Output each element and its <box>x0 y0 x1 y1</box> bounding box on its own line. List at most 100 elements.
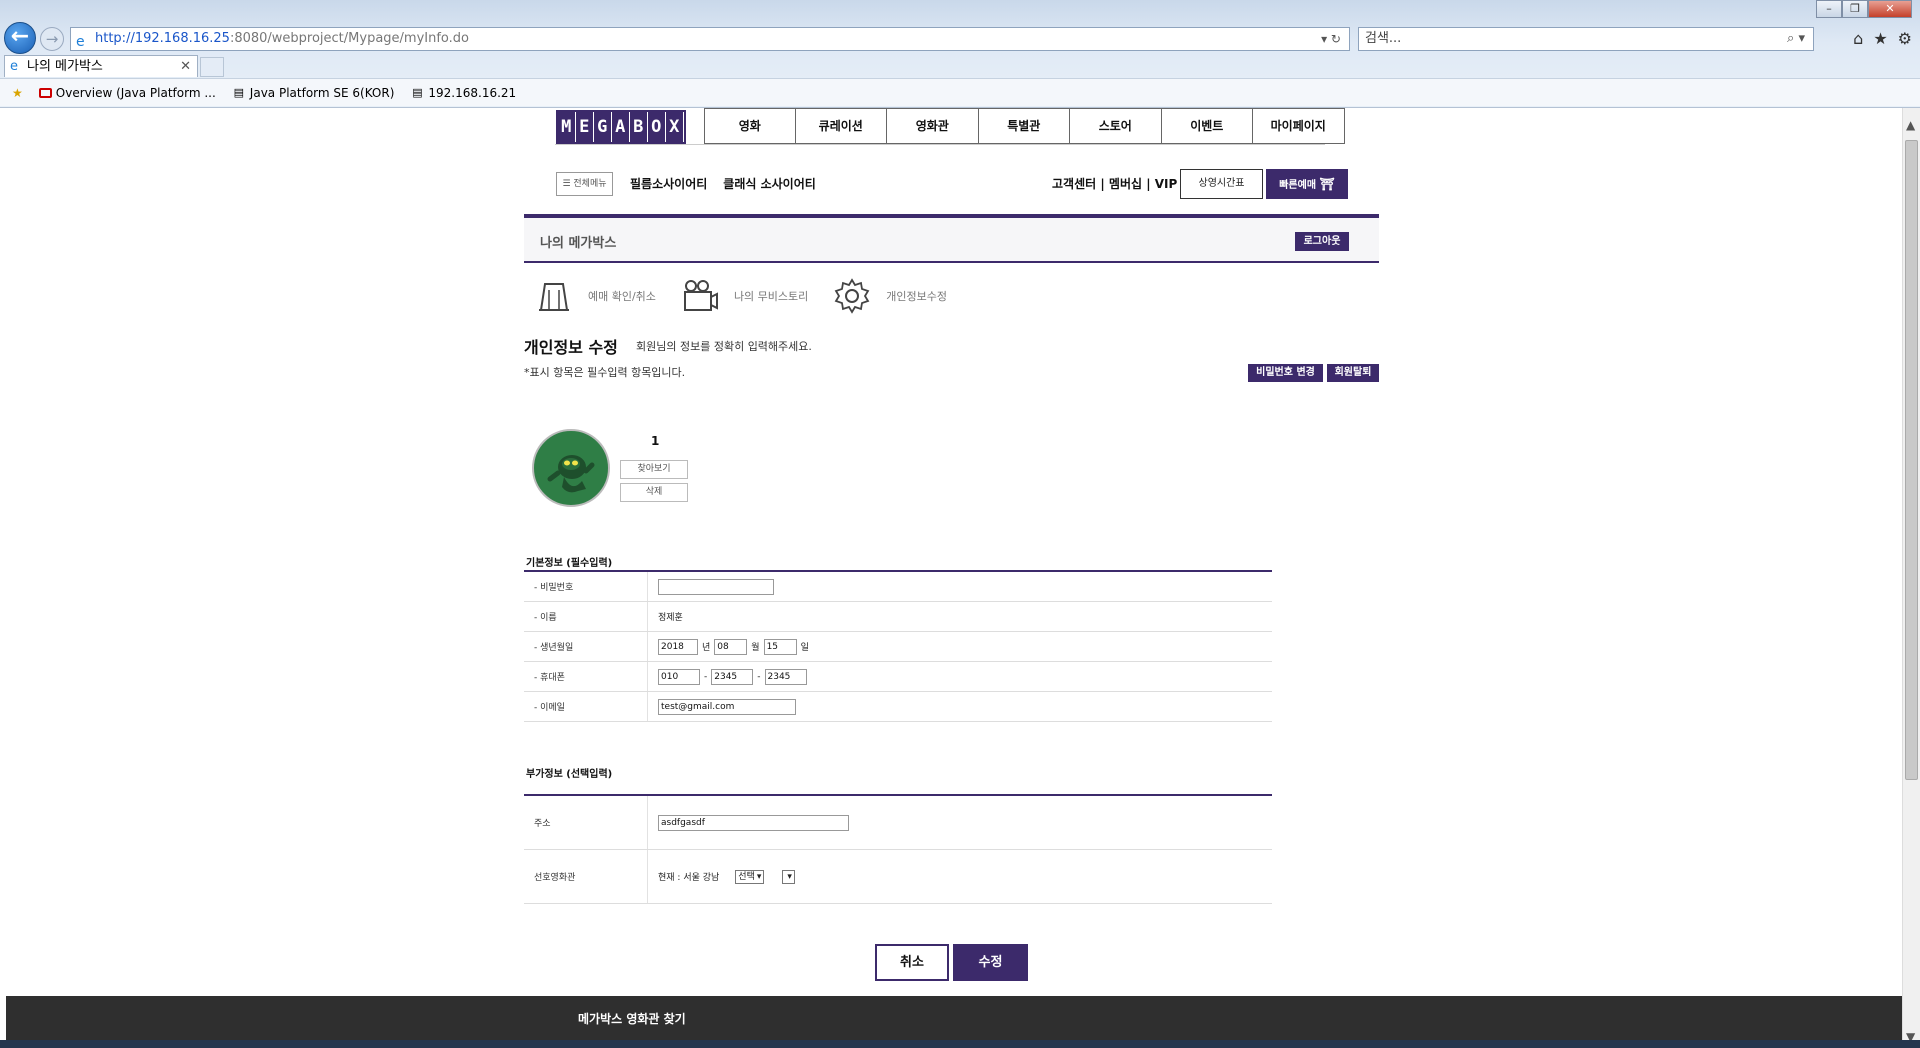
refresh-icon[interactable]: ▾ ↻ <box>1321 28 1341 50</box>
favorite-link-1[interactable]: Overview (Java Platform ... <box>38 86 216 100</box>
nav-event[interactable]: 이벤트 <box>1161 108 1253 144</box>
favorites-star-icon[interactable]: ★ <box>12 86 23 100</box>
main-nav: 영화 큐레이션 영화관 특별관 스토어 이벤트 마이페이지 <box>704 108 1345 144</box>
phone-1-input[interactable]: 010 <box>658 668 700 685</box>
mypage-title: 나의 메가박스 <box>540 236 617 251</box>
phone-3-input[interactable]: 2345 <box>764 668 807 685</box>
url-host: http://192.168.16.25 <box>95 31 230 46</box>
new-tab-button[interactable] <box>200 57 224 77</box>
required-note: *표시 항목은 필수입력 항목입니다. <box>524 366 686 379</box>
browser-tab[interactable]: e 나의 메가박스 ✕ <box>4 55 198 77</box>
email-input[interactable]: test@gmail.com <box>658 698 796 715</box>
minimize-icon[interactable]: – <box>1816 0 1842 18</box>
row-name: - 이름 정제훈 <box>524 602 1272 632</box>
mypage-header: 나의 메가박스 로그아웃 <box>524 214 1379 263</box>
address-input[interactable]: asdfgasdf <box>658 814 849 831</box>
address-bar[interactable]: e http://192.168.16.25:8080/webproject/M… <box>70 27 1350 51</box>
oracle-icon <box>38 87 52 98</box>
page-scrollbar[interactable]: ▲ ▼ <box>1902 108 1920 1048</box>
nav-curation[interactable]: 큐레이션 <box>795 108 887 144</box>
menu-edit-info[interactable]: 개인정보수정 <box>834 278 947 314</box>
quick-booking-button[interactable]: 빠른예매 ⛩ <box>1266 169 1348 199</box>
menu-booking[interactable]: 예매 확인/취소 <box>536 278 656 314</box>
url-path: :8080/webproject/Mypage/myInfo.do <box>229 31 469 46</box>
chevron-down-icon: ▾ <box>787 871 792 882</box>
theater-label: 선호영화관 <box>524 850 648 903</box>
row-password: - 비밀번호 <box>524 572 1272 602</box>
password-input[interactable] <box>658 578 774 595</box>
browser-window: ← → e http://192.168.16.25:8080/webproje… <box>0 0 1920 1048</box>
nav-special[interactable]: 특별관 <box>978 108 1070 144</box>
row-email: - 이메일 test@gmail.com <box>524 692 1272 722</box>
nav-store[interactable]: 스토어 <box>1070 108 1162 144</box>
search-input[interactable]: 검색... ⌕ ▾ <box>1358 27 1814 51</box>
megabox-logo[interactable]: M E G A B O X <box>556 110 686 144</box>
search-placeholder: 검색... <box>1365 31 1402 46</box>
delete-photo-button[interactable]: 삭제 <box>620 483 688 502</box>
row-birth: - 생년월일 2018 년 08 월 15 일 <box>524 632 1272 662</box>
gear-icon[interactable]: ⚙ <box>1898 29 1912 48</box>
window-controls: – ❐ ✕ <box>1816 0 1912 18</box>
nav-theater[interactable]: 영화관 <box>887 108 979 144</box>
withdraw-button[interactable]: 회원탈퇴 <box>1327 364 1379 382</box>
ticket-icon: ⛩ <box>1319 177 1335 191</box>
logout-button[interactable]: 로그아웃 <box>1295 232 1349 251</box>
ticket-icon <box>539 283 569 311</box>
timetable-button[interactable]: 상영시간표 <box>1180 169 1263 199</box>
ie-icon: e <box>10 59 18 74</box>
scroll-thumb[interactable] <box>1905 140 1918 780</box>
tab-title: 나의 메가박스 <box>27 59 103 74</box>
favorites-bar: ★ Overview (Java Platform ... ▤ Java Plat… <box>0 78 1920 106</box>
page-title: 개인정보 수정 <box>524 338 618 357</box>
profile-avatar <box>532 429 610 507</box>
utility-links[interactable]: 고객센터 | 멤버십 | VIP <box>1052 175 1177 192</box>
name-label: - 이름 <box>524 602 648 631</box>
back-button[interactable]: ← <box>4 22 36 54</box>
footer-title[interactable]: 메가박스 영화관 찾기 <box>578 1010 686 1027</box>
phone-2-input[interactable]: 2345 <box>711 668 754 685</box>
browse-button[interactable]: 찾아보기 <box>620 460 688 479</box>
password-change-button[interactable]: 비밀번호 변경 <box>1248 364 1323 382</box>
close-icon[interactable]: ✕ <box>1868 0 1912 18</box>
all-menu-button[interactable]: ☰ 전체메뉴 <box>556 172 613 196</box>
name-value: 정제훈 <box>658 613 683 623</box>
classic-society-link[interactable]: 클래식 소사이어티 <box>723 175 816 192</box>
web-page: M E G A B O X 영화 큐레이션 영화관 특별관 스토어 이벤트 마이… <box>0 108 1902 1048</box>
sub-links: 필름소사이어티 클래식 소사이어티 <box>630 175 816 192</box>
birth-month-input[interactable]: 08 <box>714 638 748 655</box>
email-label: - 이메일 <box>524 692 648 721</box>
tab-close-icon[interactable]: ✕ <box>180 56 191 77</box>
film-society-link[interactable]: 필름소사이어티 <box>630 175 707 192</box>
star-icon[interactable]: ★ <box>1873 29 1887 48</box>
phone-label: - 휴대폰 <box>524 662 648 691</box>
browser-chrome: ← → e http://192.168.16.25:8080/webproje… <box>0 0 1920 108</box>
maximize-icon[interactable]: ❐ <box>1842 0 1868 18</box>
cancel-button[interactable]: 취소 <box>875 944 949 981</box>
nav-movie[interactable]: 영화 <box>704 108 796 144</box>
submit-button[interactable]: 수정 <box>953 944 1028 981</box>
page-description: 회원님의 정보를 정확히 입력해주세요. <box>636 340 812 353</box>
favorite-link-3[interactable]: ▤ 192.168.16.21 <box>410 86 516 100</box>
profile-name: 1 <box>651 434 660 448</box>
address-label: 주소 <box>524 796 648 849</box>
forward-button[interactable]: → <box>40 27 64 51</box>
theater-branch-select[interactable]: ▾ <box>782 869 795 884</box>
birth-year-input[interactable]: 2018 <box>658 638 698 655</box>
birth-day-input[interactable]: 15 <box>763 638 797 655</box>
basic-info-table: - 비밀번호 - 이름 정제훈 - 생년월일 2018 년 08 월 15 일 - 휴… <box>524 570 1272 722</box>
scroll-up-icon[interactable]: ▲ <box>1906 118 1915 132</box>
menu-moviestory[interactable]: 나의 무비스토리 <box>682 278 808 314</box>
password-label: - 비밀번호 <box>524 572 648 601</box>
avatar-character-icon <box>547 455 595 493</box>
extra-info-title: 부가정보 (선택입력) <box>526 769 613 780</box>
toolbar-icons: ⌂ ★ ⚙ <box>1853 29 1912 48</box>
taskbar <box>0 1040 1920 1048</box>
theater-region-select[interactable]: 선택 ▾ <box>735 869 765 884</box>
nav-mypage[interactable]: 마이페이지 <box>1253 108 1345 144</box>
search-icon[interactable]: ⌕ ▾ <box>1787 28 1805 50</box>
nav-divider <box>555 144 1325 145</box>
basic-info-title: 기본정보 (필수입력) <box>526 558 613 569</box>
home-icon[interactable]: ⌂ <box>1853 29 1863 48</box>
favorite-link-2[interactable]: ▤ Java Platform SE 6(KOR) <box>232 86 395 100</box>
page-icon: ▤ <box>412 85 423 99</box>
